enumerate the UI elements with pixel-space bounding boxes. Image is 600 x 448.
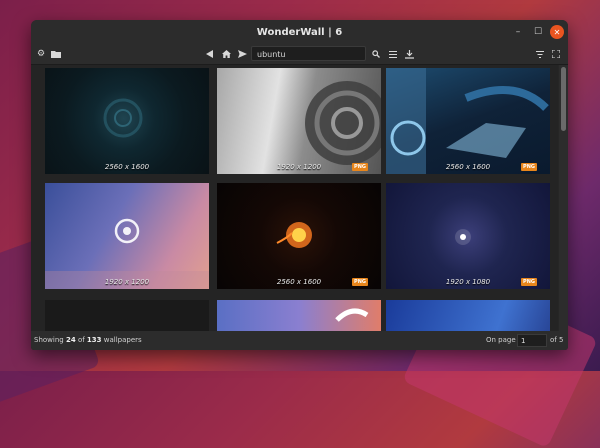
page-number-input[interactable]: 1 bbox=[517, 334, 547, 347]
back-icon[interactable] bbox=[204, 47, 216, 61]
status-bar: Showing 24 of 133 wallpapers On page 1 o… bbox=[31, 331, 568, 350]
wallpaper-thumbnail[interactable]: 1920 x 1080 PNG bbox=[386, 183, 550, 289]
wallpaper-thumbnail[interactable] bbox=[45, 300, 209, 331]
png-badge: PNG bbox=[521, 278, 537, 286]
filter-icon[interactable] bbox=[534, 47, 546, 61]
wallpaper-grid: 2560 x 1600 1920 x 1200 PNG 2560 x 1600 … bbox=[31, 65, 558, 331]
close-icon[interactable]: ✕ bbox=[550, 25, 564, 39]
page-total-label: of 5 bbox=[550, 336, 564, 344]
title-bar: WonderWall | 6 – ☐ ✕ bbox=[31, 20, 568, 44]
resolution-label: 1920 x 1200 bbox=[104, 278, 150, 286]
search-input[interactable]: ubuntu bbox=[251, 46, 366, 61]
scrollbar-thumb[interactable] bbox=[561, 67, 566, 131]
showing-label: Showing bbox=[34, 336, 64, 344]
wallpaper-thumbnail[interactable]: 1920 x 1200 bbox=[45, 183, 209, 289]
wallpaper-art bbox=[103, 98, 143, 138]
wallpaper-art bbox=[455, 229, 471, 245]
settings-icon[interactable]: ⚙ bbox=[35, 47, 47, 61]
home-icon[interactable] bbox=[220, 47, 232, 61]
wallpaper-thumbnail[interactable]: 2560 x 1600 PNG bbox=[217, 183, 381, 289]
wallpaper-art bbox=[305, 81, 381, 165]
wallpaper-thumbnail[interactable] bbox=[217, 300, 381, 331]
minimize-icon[interactable]: – bbox=[511, 25, 525, 39]
maximize-icon[interactable]: ☐ bbox=[531, 25, 545, 39]
of-label: of bbox=[77, 336, 85, 344]
resolution-label: 2560 x 1600 bbox=[104, 163, 150, 171]
png-badge: PNG bbox=[352, 163, 368, 171]
wallpaper-art bbox=[335, 308, 369, 322]
wallpaper-art bbox=[386, 68, 549, 174]
total-count: 133 bbox=[86, 336, 102, 344]
app-window: WonderWall | 6 – ☐ ✕ ⚙ ubuntu 2560 x 160… bbox=[31, 20, 568, 350]
toolbar: ⚙ ubuntu bbox=[31, 44, 568, 65]
send-icon[interactable] bbox=[236, 47, 248, 61]
on-page-label: On page bbox=[486, 336, 516, 344]
search-icon[interactable] bbox=[370, 47, 382, 61]
download-icon[interactable] bbox=[403, 47, 415, 61]
scrollbar[interactable] bbox=[559, 65, 568, 331]
png-badge: PNG bbox=[352, 278, 368, 286]
wallpaper-count: Showing 24 of 133 wallpapers bbox=[34, 336, 142, 344]
png-badge: PNG bbox=[521, 163, 537, 171]
wallpapers-label: wallpapers bbox=[103, 336, 142, 344]
wallpaper-art bbox=[45, 218, 209, 289]
wallpaper-art bbox=[276, 222, 312, 248]
shown-count: 24 bbox=[65, 336, 76, 344]
wallpaper-thumbnail[interactable] bbox=[386, 300, 550, 331]
window-title: WonderWall | 6 bbox=[256, 26, 343, 38]
wallpaper-thumbnail[interactable]: 2560 x 1600 bbox=[45, 68, 209, 174]
folder-icon[interactable] bbox=[50, 47, 62, 61]
fullscreen-icon[interactable] bbox=[550, 47, 562, 61]
wallpaper-thumbnail[interactable]: 1920 x 1200 PNG bbox=[217, 68, 381, 174]
list-icon[interactable] bbox=[387, 47, 399, 61]
wallpaper-thumbnail[interactable]: 2560 x 1600 PNG bbox=[386, 68, 550, 174]
